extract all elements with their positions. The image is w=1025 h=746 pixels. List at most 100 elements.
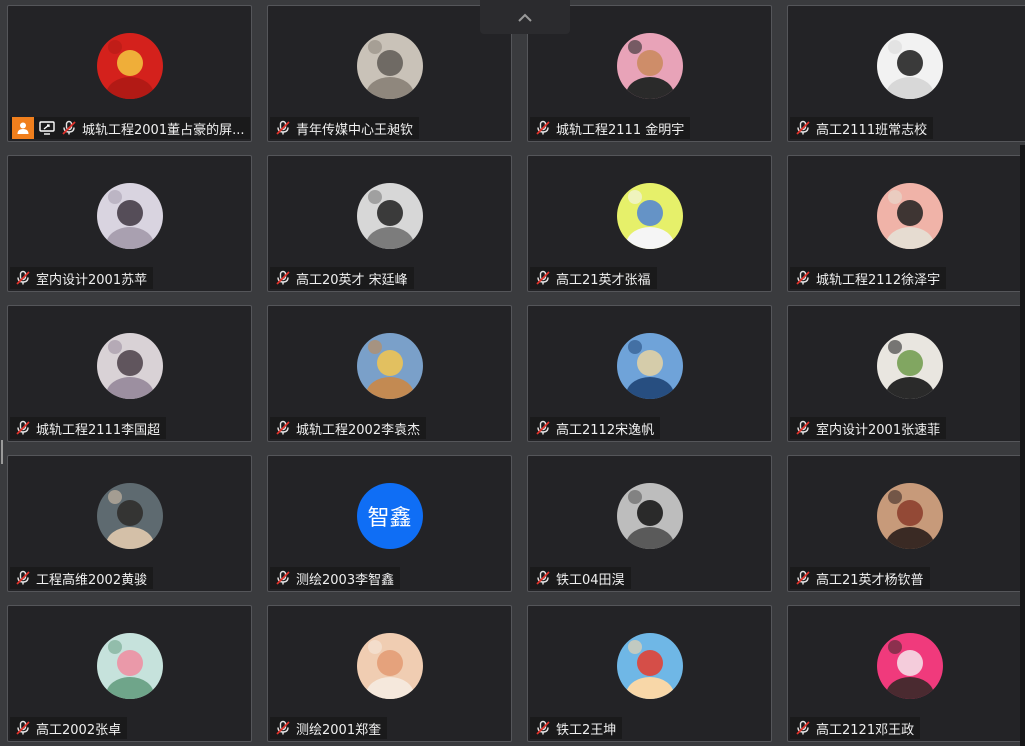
participant-label: 铁工04田淏 xyxy=(530,567,631,589)
participant-label: 高工2002张卓 xyxy=(10,717,128,739)
mic-muted-icon xyxy=(272,417,294,439)
avatar xyxy=(96,333,163,399)
participant-label: 工程高维2002黄骏 xyxy=(10,567,154,589)
chevron-up-icon xyxy=(517,8,533,27)
participant-name: 城轨工程2111 金明宇 xyxy=(556,122,685,138)
mic-muted-icon xyxy=(532,267,554,289)
participant-label: 室内设计2001苏苹 xyxy=(10,267,154,289)
scrollbar-track[interactable] xyxy=(1020,145,1025,746)
participant-label: 城轨工程2111李国超 xyxy=(10,417,167,439)
avatar xyxy=(96,633,163,699)
participant-tile[interactable]: 测绘2001郑奎 xyxy=(267,605,512,742)
participant-tile[interactable]: 高工2112宋逸帆 xyxy=(527,305,772,442)
participant-tile[interactable]: 室内设计2001张速菲 xyxy=(787,305,1025,442)
avatar xyxy=(356,633,423,699)
participant-name: 城轨工程2002李袁杰 xyxy=(296,422,421,438)
avatar: 智鑫 xyxy=(356,483,423,549)
avatar xyxy=(876,183,943,249)
mic-muted-icon xyxy=(532,417,554,439)
avatar-initials: 智鑫 xyxy=(367,506,412,531)
participant-name: 室内设计2001张速菲 xyxy=(816,422,941,438)
participant-label: 高工20英才 宋廷峰 xyxy=(270,267,414,289)
participant-tile[interactable]: 高工2002张卓 xyxy=(7,605,252,742)
panel-resize-handle[interactable] xyxy=(1,440,3,464)
participant-name: 测绘2001郑奎 xyxy=(296,722,382,738)
participant-tile[interactable]: 工程高维2002黄骏 xyxy=(7,455,252,592)
mic-muted-icon xyxy=(792,567,814,589)
participant-label: 测绘2003李智鑫 xyxy=(270,567,401,589)
mic-muted-icon xyxy=(58,117,80,139)
mic-muted-icon xyxy=(792,417,814,439)
avatar xyxy=(616,33,683,99)
participant-tile[interactable]: 城轨工程2001董占豪的屏... xyxy=(7,5,252,142)
participant-label: 城轨工程2111 金明宇 xyxy=(530,117,691,139)
mic-muted-icon xyxy=(792,117,814,139)
avatar xyxy=(876,333,943,399)
avatar xyxy=(616,333,683,399)
mic-muted-icon xyxy=(272,567,294,589)
participant-tile[interactable]: 城轨工程2002李袁杰 xyxy=(267,305,512,442)
participant-tile[interactable]: 铁工2王坤 xyxy=(527,605,772,742)
participant-tile[interactable]: 高工2121邓王政 xyxy=(787,605,1025,742)
participant-name: 工程高维2002黄骏 xyxy=(36,572,148,588)
participant-name: 高工20英才 宋廷峰 xyxy=(296,272,408,288)
avatar xyxy=(96,183,163,249)
participant-name: 城轨工程2112徐泽宇 xyxy=(816,272,941,288)
participant-tile[interactable]: 智鑫 测绘2003李智鑫 xyxy=(267,455,512,592)
avatar xyxy=(616,183,683,249)
participant-label: 高工21英才张福 xyxy=(530,267,657,289)
participant-name: 铁工04田淏 xyxy=(556,572,625,588)
participant-tile[interactable]: 高工2111班常志校 xyxy=(787,5,1025,142)
participant-name: 青年传媒中心王昶钦 xyxy=(296,122,414,138)
avatar xyxy=(356,333,423,399)
participant-name: 高工2111班常志校 xyxy=(816,122,928,138)
host-user-icon xyxy=(12,117,34,139)
participant-label: 室内设计2001张速菲 xyxy=(790,417,947,439)
participant-label: 高工21英才杨钦普 xyxy=(790,567,930,589)
mic-muted-icon xyxy=(532,567,554,589)
participant-tile[interactable]: 青年传媒中心王昶钦 xyxy=(267,5,512,142)
mic-muted-icon xyxy=(12,417,34,439)
mic-muted-icon xyxy=(532,717,554,739)
collapse-toolbar-button[interactable] xyxy=(480,0,570,34)
participant-tile[interactable]: 高工21英才杨钦普 xyxy=(787,455,1025,592)
mic-muted-icon xyxy=(532,117,554,139)
participant-tile[interactable]: 城轨工程2112徐泽宇 xyxy=(787,155,1025,292)
participant-label: 高工2111班常志校 xyxy=(790,117,934,139)
mic-muted-icon xyxy=(12,567,34,589)
participant-tile[interactable]: 城轨工程2111李国超 xyxy=(7,305,252,442)
participant-label: 测绘2001郑奎 xyxy=(270,717,388,739)
participant-name: 高工2121邓王政 xyxy=(816,722,915,738)
participant-label: 铁工2王坤 xyxy=(530,717,623,739)
screen-share-icon xyxy=(36,117,58,139)
avatar xyxy=(356,33,423,99)
participant-name: 高工21英才张福 xyxy=(556,272,651,288)
mic-muted-icon xyxy=(792,717,814,739)
participant-name: 城轨工程2111李国超 xyxy=(36,422,161,438)
avatar xyxy=(876,33,943,99)
participant-tile[interactable]: 高工20英才 宋廷峰 xyxy=(267,155,512,292)
avatar xyxy=(616,633,683,699)
avatar xyxy=(876,633,943,699)
participant-name: 高工2002张卓 xyxy=(36,722,122,738)
participant-tile[interactable]: 高工21英才张福 xyxy=(527,155,772,292)
avatar xyxy=(96,483,163,549)
avatar xyxy=(356,183,423,249)
participant-name: 高工21英才杨钦普 xyxy=(816,572,924,588)
mic-muted-icon xyxy=(272,267,294,289)
participant-label: 高工2121邓王政 xyxy=(790,717,921,739)
participant-tile[interactable]: 铁工04田淏 xyxy=(527,455,772,592)
participant-label: 城轨工程2001董占豪的屏... xyxy=(10,117,251,139)
participant-name: 铁工2王坤 xyxy=(556,722,617,738)
participant-label: 青年传媒中心王昶钦 xyxy=(270,117,420,139)
participant-label: 城轨工程2112徐泽宇 xyxy=(790,267,947,289)
participant-tile[interactable]: 室内设计2001苏苹 xyxy=(7,155,252,292)
mic-muted-icon xyxy=(272,117,294,139)
participant-name: 测绘2003李智鑫 xyxy=(296,572,395,588)
participant-label: 城轨工程2002李袁杰 xyxy=(270,417,427,439)
avatar xyxy=(96,33,163,99)
mic-muted-icon xyxy=(272,717,294,739)
mic-muted-icon xyxy=(12,717,34,739)
mic-muted-icon xyxy=(792,267,814,289)
participant-name: 城轨工程2001董占豪的屏... xyxy=(82,122,245,138)
